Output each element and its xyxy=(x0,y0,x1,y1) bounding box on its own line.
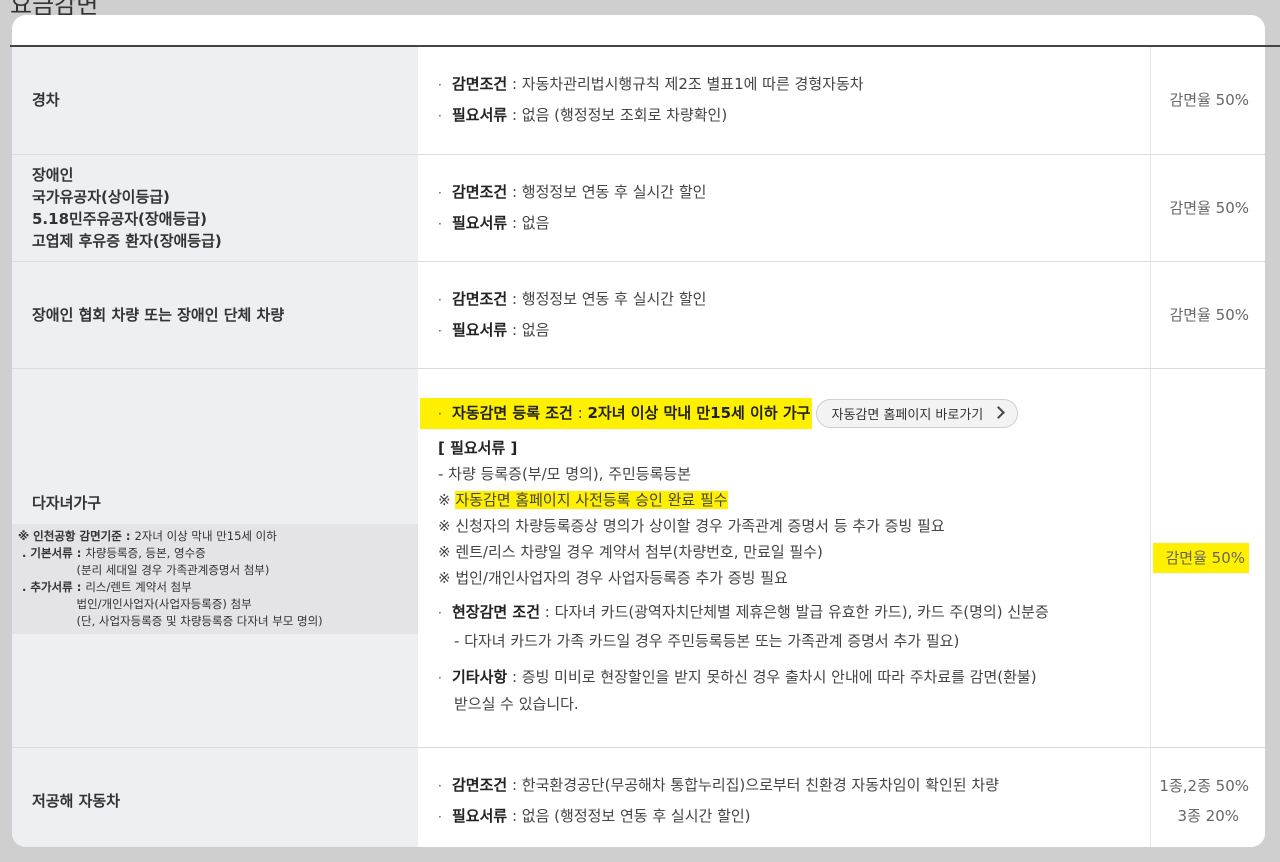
note-text: 차량등록증, 등본, 영수증 xyxy=(85,545,206,560)
note-text: 2자녀 이상 막내 만15세 이하 xyxy=(134,528,277,543)
bullet-icon: · xyxy=(438,185,442,200)
docs-label: 필요서류 xyxy=(452,106,508,125)
onsite-condition-text: : 다자녀 카드(광역자치단체별 제휴은행 발급 유효한 카드), 카드 주(명… xyxy=(540,603,1049,621)
rate-cell: 감면율 50% xyxy=(1150,368,1265,748)
separator: : xyxy=(572,404,588,422)
description-cell: · 감면조건 : 한국환경공단(무공해차 통합누리집)으로부터 친환경 자동차임이… xyxy=(418,747,1151,847)
bullet-icon: · xyxy=(438,323,442,338)
description-cell: · 감면조건 : 행정정보 연동 후 실시간 할인 · 필요서류 : 없음 xyxy=(418,154,1151,262)
docs-text: : 없음 (행정정보 조회로 차량확인) xyxy=(507,106,728,125)
table-row: 저공해 자동차 · 감면조건 : 한국환경공단(무공해차 통합누리집)으로부터 친… xyxy=(12,747,1265,847)
docs-text: : 없음 xyxy=(507,320,550,339)
button-label: 자동감면 홈페이지 바로가기 xyxy=(831,408,984,423)
category-label: 고엽제 후유증 환자(장애등급) xyxy=(32,231,222,250)
doc-line: - 차량 등록증(부/모 명의), 주민등록등본 xyxy=(438,465,692,483)
fee-discount-table: 경차 · 감면조건 : 자동차관리법시행규칙 제2조 별표1에 따른 경형자동차 … xyxy=(12,47,1265,847)
etc-continued: 받으실 수 있습니다. xyxy=(454,695,579,713)
docs-label: 필요서류 xyxy=(452,806,508,825)
category-label: 장애인 협회 차량 또는 장애인 단체 차량 xyxy=(32,305,285,324)
note-text: 리스/렌트 계약서 첨부 xyxy=(85,579,192,594)
discount-rate: 3종 20% xyxy=(1177,806,1239,825)
note-label: ※ 인천공항 감면기준 : xyxy=(18,528,135,543)
condition-label: 감면조건 xyxy=(452,75,508,94)
onsite-sub-note: - 다자녀 카드가 가족 카드일 경우 주민등록등본 또는 가족관계 증명서 추… xyxy=(454,632,960,650)
docs-text: : 없음 (행정정보 연동 후 실시간 할인) xyxy=(507,806,751,825)
auto-condition-text: 2자녀 이상 막내 만15세 이하 가구 xyxy=(587,404,811,422)
docs-label: 필요서류 xyxy=(452,320,508,339)
bullet-icon: · xyxy=(438,778,442,793)
bullet-icon: · xyxy=(438,407,442,421)
note-text: (단, 사업자등록증 및 차량등록증 다자녀 부모 명의) xyxy=(76,613,323,628)
category-label: 경차 xyxy=(32,91,60,110)
category-label: 국가유공자(상이등급) xyxy=(32,187,170,206)
airport-criteria-note: ※ 인천공항 감면기준 : 2자녀 이상 막내 만15세 이하 . 기본서류 :… xyxy=(12,523,418,634)
doc-line: ※ 법인/개인사업자의 경우 사업자등록증 추가 증빙 필요 xyxy=(438,569,788,587)
auto-discount-homepage-button[interactable]: 자동감면 홈페이지 바로가기 xyxy=(816,399,1019,428)
category-label: 다자녀가구 xyxy=(32,493,102,512)
bullet-icon: · xyxy=(438,216,442,231)
note-label: . 추가서류 : xyxy=(18,579,86,594)
title-divider xyxy=(10,45,1280,47)
note-text: 법인/개인사업자(사업자등록증) 첨부 xyxy=(76,596,252,611)
bullet-icon: · xyxy=(438,292,442,307)
category-label: 저공해 자동차 xyxy=(32,791,121,810)
category-cell: 저공해 자동차 xyxy=(12,747,418,847)
bullet-icon: · xyxy=(438,671,442,685)
discount-rate: 감면율 50% xyxy=(1169,91,1249,110)
condition-text: : 한국환경공단(무공해차 통합누리집)으로부터 친환경 자동차임이 확인된 차… xyxy=(507,775,999,794)
category-cell: 경차 xyxy=(12,47,418,155)
fee-discount-panel: 경차 · 감면조건 : 자동차관리법시행규칙 제2조 별표1에 따른 경형자동차 … xyxy=(12,15,1265,847)
bullet-icon: · xyxy=(438,809,442,824)
table-row: 장애인 협회 차량 또는 장애인 단체 차량 · 감면조건 : 행정정보 연동 후… xyxy=(12,261,1265,369)
discount-rate: 1종,2종 50% xyxy=(1159,776,1249,795)
docs-label: 필요서류 xyxy=(452,213,508,232)
description-cell: · 감면조건 : 행정정보 연동 후 실시간 할인 · 필요서류 : 없음 xyxy=(418,261,1151,369)
note-text: (분리 세대일 경우 가족관계증명서 첨부) xyxy=(76,562,270,577)
category-label: 장애인 xyxy=(32,165,74,184)
condition-text: : 행정정보 연동 후 실시간 할인 xyxy=(507,182,707,201)
bullet-icon: · xyxy=(438,606,442,620)
discount-rate: 감면율 50% xyxy=(1169,305,1249,324)
condition-label: 감면조건 xyxy=(452,775,508,794)
category-cell: 장애인 협회 차량 또는 장애인 단체 차량 xyxy=(12,261,418,369)
note-label: . 기본서류 : xyxy=(18,545,86,560)
docs-heading: [ 필요서류 ] xyxy=(438,439,518,457)
description-cell: · 감면조건 : 자동차관리법시행규칙 제2조 별표1에 따른 경형자동차 · 필요… xyxy=(418,47,1151,155)
rate-cell: 감면율 50% xyxy=(1150,47,1265,155)
category-label: 5.18민주유공자(장애등급) xyxy=(32,209,207,228)
doc-line: ※ 신청자의 차량등록증상 명의가 상이할 경우 가족관계 증명서 등 추가 증… xyxy=(438,517,945,535)
condition-text: : 자동차관리법시행규칙 제2조 별표1에 따른 경형자동차 xyxy=(507,75,864,94)
table-row: 다자녀가구 ※ 인천공항 감면기준 : 2자녀 이상 막내 만15세 이하 . … xyxy=(12,368,1265,748)
doc-line: ※ 렌트/리스 차량일 경우 계약서 첨부(차량번호, 만료일 필수) xyxy=(438,543,823,561)
docs-text: : 없음 xyxy=(507,213,550,232)
auto-condition-label: 자동감면 등록 조건 xyxy=(452,404,573,422)
preregistration-required-highlight: 자동감면 홈페이지 사전등록 승인 완료 필수 xyxy=(455,491,728,509)
condition-text: : 행정정보 연동 후 실시간 할인 xyxy=(507,289,707,308)
etc-text: : 증빙 미비로 현장할인을 받지 못하신 경우 출차시 안내에 따라 주차료를… xyxy=(507,668,1037,686)
bullet-icon: · xyxy=(438,109,442,124)
note-mark: ※ xyxy=(438,491,456,509)
category-cell: 장애인 국가유공자(상이등급) 5.18민주유공자(장애등급) 고엽제 후유증 … xyxy=(12,154,418,262)
bullet-icon: · xyxy=(438,78,442,93)
discount-rate: 감면율 50% xyxy=(1169,198,1249,217)
rate-cell: 1종,2종 50% 3종 20% xyxy=(1150,747,1265,847)
etc-label: 기타사항 xyxy=(452,668,508,686)
discount-rate: 감면율 50% xyxy=(1153,542,1249,573)
auto-discount-highlight: · 자동감면 등록 조건 : 2자녀 이상 막내 만15세 이하 가구 xyxy=(420,398,813,429)
condition-label: 감면조건 xyxy=(452,289,508,308)
condition-label: 감면조건 xyxy=(452,182,508,201)
rate-cell: 감면율 50% xyxy=(1150,154,1265,262)
chevron-right-icon xyxy=(992,406,1006,419)
table-row: 장애인 국가유공자(상이등급) 5.18민주유공자(장애등급) 고엽제 후유증 … xyxy=(12,154,1265,262)
description-cell: · 자동감면 등록 조건 : 2자녀 이상 막내 만15세 이하 가구 자동감면 홈… xyxy=(418,368,1151,748)
category-cell: 다자녀가구 ※ 인천공항 감면기준 : 2자녀 이상 막내 만15세 이하 . … xyxy=(12,368,418,748)
onsite-condition-label: 현장감면 조건 xyxy=(452,603,541,621)
table-row: 경차 · 감면조건 : 자동차관리법시행규칙 제2조 별표1에 따른 경형자동차 … xyxy=(12,47,1265,155)
rate-cell: 감면율 50% xyxy=(1150,261,1265,369)
